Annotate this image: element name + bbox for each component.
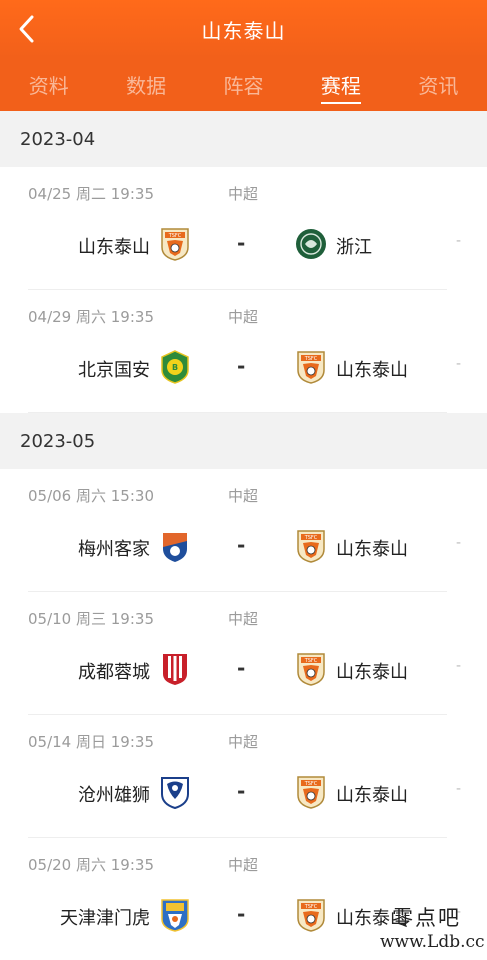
cangzhou-crest-icon bbox=[160, 775, 190, 810]
match-extra: - bbox=[456, 781, 462, 797]
match-league: 中超 bbox=[228, 610, 259, 628]
match-extra: - bbox=[456, 658, 462, 674]
row-divider bbox=[28, 412, 447, 413]
tab-stats[interactable]: 数据 bbox=[97, 58, 194, 111]
meizhou-crest-icon bbox=[160, 529, 190, 563]
zhejiang-crest-icon bbox=[296, 227, 326, 261]
tab-lineup[interactable]: 阵容 bbox=[195, 58, 292, 111]
svg-text:TSFC: TSFC bbox=[304, 781, 318, 787]
away-team-name: 山东泰山 bbox=[336, 360, 408, 381]
match-row[interactable]: 04/29 周六 19:35 中超北京国安 B - TSFC 山东泰山 - bbox=[0, 290, 487, 413]
taishan-crest-icon: TSFC bbox=[296, 350, 326, 384]
home-team-name: 山东泰山 bbox=[78, 237, 150, 258]
match-score: - bbox=[237, 231, 246, 255]
taishan-crest-icon: TSFC bbox=[296, 529, 326, 563]
taishan-crest-icon: TSFC bbox=[296, 775, 326, 809]
match-date: 05/20 周六 19:35 bbox=[28, 856, 154, 874]
match-league: 中超 bbox=[228, 733, 259, 751]
match-extra: - bbox=[456, 535, 462, 551]
svg-text:TSFC: TSFC bbox=[168, 233, 182, 239]
svg-text:B: B bbox=[172, 363, 178, 372]
watermark-title: 零点吧 bbox=[392, 906, 461, 930]
match-date: 04/25 周二 19:35 bbox=[28, 185, 154, 203]
app-header: 山东泰山 bbox=[0, 0, 487, 58]
match-row[interactable]: 05/10 周三 19:35 中超成都蓉城 - TSFC 山东泰山 - bbox=[0, 592, 487, 715]
tianjin-crest-icon bbox=[160, 898, 190, 932]
tab-schedule[interactable]: 赛程 bbox=[292, 58, 389, 111]
svg-text:TSFC: TSFC bbox=[304, 535, 318, 541]
match-score: - bbox=[237, 902, 246, 926]
svg-text:TSFC: TSFC bbox=[304, 356, 318, 362]
home-team-name: 沧州雄狮 bbox=[78, 785, 150, 806]
away-team-name: 山东泰山 bbox=[336, 785, 408, 806]
away-team-name: 山东泰山 bbox=[336, 662, 408, 683]
match-date: 04/29 周六 19:35 bbox=[28, 308, 154, 326]
tab-news[interactable]: 资讯 bbox=[390, 58, 487, 111]
chevron-left-icon bbox=[19, 15, 34, 43]
home-team-name: 成都蓉城 bbox=[78, 662, 150, 683]
match-date: 05/14 周日 19:35 bbox=[28, 733, 154, 751]
home-team-name: 天津津门虎 bbox=[60, 908, 150, 929]
svg-text:TSFC: TSFC bbox=[304, 904, 318, 910]
back-button[interactable] bbox=[10, 12, 44, 46]
match-score: - bbox=[237, 354, 246, 378]
chengdu-crest-icon bbox=[160, 652, 190, 686]
guoan-crest-icon: B bbox=[160, 350, 190, 384]
match-score: - bbox=[237, 533, 246, 557]
match-row[interactable]: 05/06 周六 15:30 中超梅州客家 - TSFC 山东泰山 - bbox=[0, 469, 487, 592]
match-row[interactable]: 05/14 周日 19:35 中超沧州雄狮 - TSFC 山东泰山 - bbox=[0, 715, 487, 838]
away-team-name: 浙江 bbox=[336, 237, 372, 258]
watermark-url: www.Ldb.cc bbox=[380, 932, 485, 952]
match-row[interactable]: 04/25 周二 19:35 中超山东泰山 TSFC - 浙江 - bbox=[0, 167, 487, 290]
match-extra: - bbox=[456, 233, 462, 249]
match-date: 05/10 周三 19:35 bbox=[28, 610, 154, 628]
taishan-crest-icon: TSFC bbox=[296, 898, 326, 932]
month-header: 2023-04 bbox=[0, 111, 487, 167]
schedule-list: 2023-04 04/25 周二 19:35 中超 山东泰山 TSFC - 浙江 -04/29… bbox=[0, 111, 487, 960]
match-league: 中超 bbox=[228, 856, 259, 874]
home-team-name: 梅州客家 bbox=[78, 539, 150, 560]
match-score: - bbox=[237, 656, 246, 680]
match-extra: - bbox=[456, 356, 462, 372]
tab-bar: 资料 数据 阵容 赛程 资讯 bbox=[0, 58, 487, 111]
match-league: 中超 bbox=[228, 308, 259, 326]
taishan-crest-icon: TSFC bbox=[296, 652, 326, 686]
svg-text:TSFC: TSFC bbox=[304, 658, 318, 664]
taishan-crest-icon: TSFC bbox=[160, 227, 190, 261]
match-league: 中超 bbox=[228, 185, 259, 203]
match-date: 05/06 周六 15:30 bbox=[28, 487, 154, 505]
home-team-name: 北京国安 bbox=[78, 360, 150, 381]
month-header: 2023-05 bbox=[0, 413, 487, 469]
watermark: 零点吧 www.Ldb.cc bbox=[380, 902, 485, 958]
match-score: - bbox=[237, 779, 246, 803]
tab-profile[interactable]: 资料 bbox=[0, 58, 97, 111]
away-team-name: 山东泰山 bbox=[336, 539, 408, 560]
match-league: 中超 bbox=[228, 487, 259, 505]
page-title: 山东泰山 bbox=[201, 18, 286, 43]
